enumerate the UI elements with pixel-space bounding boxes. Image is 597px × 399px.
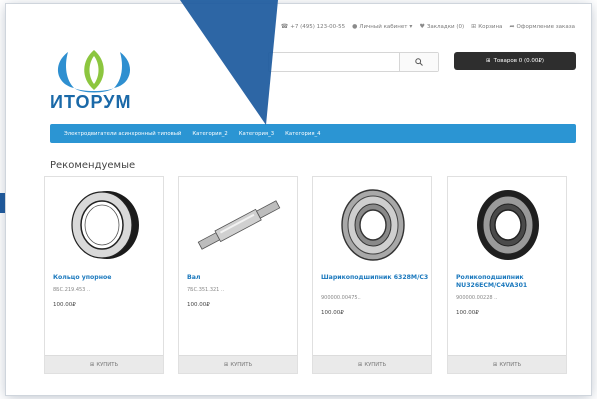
cart-text: Корзина [478, 23, 503, 30]
side-marker [0, 193, 5, 213]
search-button[interactable] [399, 53, 438, 71]
account-link[interactable]: ● Личный кабинет ▾ [352, 23, 412, 30]
buy-label: КУПИТЬ [364, 361, 387, 368]
product-sku: 900000.00228 .. [456, 295, 498, 301]
product-card: Шарикоподшипник 6328М/С3 900000.00475.. … [312, 176, 432, 374]
share-icon: ➦ [509, 23, 515, 30]
checkout-link[interactable]: ➦ Оформление заказа [509, 23, 575, 30]
top-links: ☎ +7 (495) 123-00-55 ● Личный кабинет ▾ ♥ За… [281, 23, 575, 30]
nav-item-category-4[interactable]: Категория_4 [285, 131, 320, 137]
buy-label: КУПИТЬ [96, 361, 119, 368]
cart-icon: ⊞ [485, 58, 491, 64]
product-card: Вал 7БС.351.321 .. 100.00₽ ⊞ КУПИТЬ [178, 176, 298, 374]
buy-label: КУПИТЬ [230, 361, 253, 368]
cart-icon: ⊞ [223, 361, 229, 368]
search-input[interactable] [268, 52, 439, 72]
buy-button[interactable]: ⊞ КУПИТЬ [448, 355, 566, 373]
cart-summary-label: Товаров 0 (0.00₽) [493, 58, 545, 64]
shaft-image[interactable] [189, 185, 289, 263]
product-price: 100.00₽ [321, 310, 344, 316]
product-sku: 900000.00475.. [321, 295, 361, 301]
brand-logo-text[interactable]: ИТОРУМ [50, 92, 131, 113]
phone-text: +7 (495) 123-00-55 [290, 23, 346, 30]
category-nav: Электродвигатели асинхронный типовый Кат… [50, 124, 576, 143]
product-price: 100.00₽ [53, 302, 76, 308]
product-name-link[interactable]: Шарикоподшипник 6328М/С3 [321, 274, 429, 282]
product-price: 100.00₽ [187, 302, 210, 308]
wishlist-link[interactable]: ♥ Закладки (0) [419, 23, 464, 30]
roller-bearing-image[interactable] [458, 185, 558, 263]
product-sku: 7БС.351.321 .. [187, 287, 225, 293]
buy-button[interactable]: ⊞ КУПИТЬ [313, 355, 431, 373]
wishlist-text: Закладки (0) [426, 23, 465, 30]
account-text: Личный кабинет [359, 23, 408, 30]
nav-item-category-3[interactable]: Категория_3 [239, 131, 274, 137]
chevron-down-icon: ▾ [409, 23, 413, 30]
user-icon: ● [352, 23, 358, 30]
phone-link[interactable]: ☎ +7 (495) 123-00-55 [281, 23, 345, 30]
product-name-link[interactable]: Вал [187, 274, 295, 282]
product-price: 100.00₽ [456, 310, 479, 316]
nav-item-motors[interactable]: Электродвигатели асинхронный типовый [64, 131, 181, 137]
ball-bearing-image[interactable] [323, 185, 423, 263]
cart-summary-button[interactable]: ⊞ Товаров 0 (0.00₽) [454, 52, 576, 70]
cart-icon: ⊞ [471, 23, 477, 30]
buy-button[interactable]: ⊞ КУПИТЬ [45, 355, 163, 373]
cart-icon: ⊞ [492, 361, 498, 368]
buy-label: КУПИТЬ [499, 361, 522, 368]
browser-page: ☎ +7 (495) 123-00-55 ● Личный кабинет ▾ ♥ За… [6, 4, 591, 395]
cart-link[interactable]: ⊞ Корзина [471, 23, 502, 30]
checkout-text: Оформление заказа [516, 23, 575, 30]
product-card: Кольцо упорное 8БС.219.453 .. 100.00₽ ⊞ К… [44, 176, 164, 374]
nav-item-category-2[interactable]: Категория_2 [192, 131, 227, 137]
product-card: Роликоподшипник NU326ECM/C4VA301 900000.… [447, 176, 567, 374]
product-sku: 8БС.219.453 .. [53, 287, 91, 293]
phone-icon: ☎ [280, 23, 289, 30]
buy-button[interactable]: ⊞ КУПИТЬ [179, 355, 297, 373]
product-name-link[interactable]: Роликоподшипник NU326ECM/C4VA301 [456, 274, 564, 290]
heart-icon: ♥ [419, 23, 425, 30]
cart-icon: ⊞ [89, 361, 95, 368]
product-name-link[interactable]: Кольцо упорное [53, 274, 161, 282]
search-icon [415, 58, 423, 66]
section-title: Рекомендуемые [50, 160, 136, 171]
thrust-ring-image[interactable] [55, 185, 155, 263]
cart-icon: ⊞ [357, 361, 363, 368]
